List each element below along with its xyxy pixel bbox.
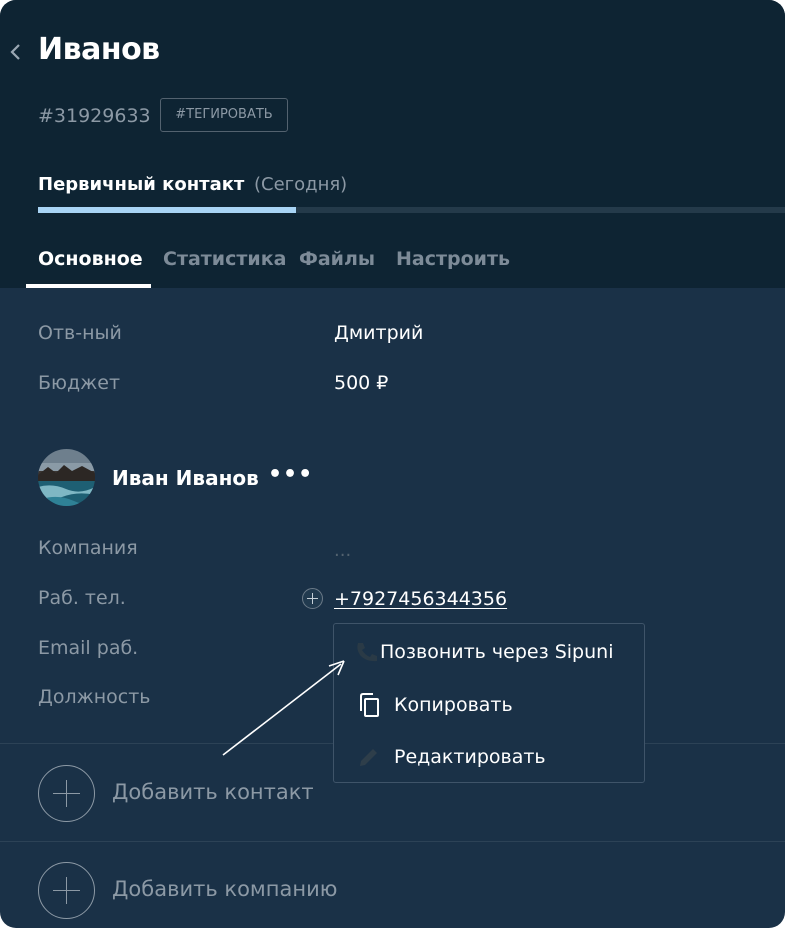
tab-settings[interactable]: Настроить	[396, 248, 510, 270]
stage-progress-bar[interactable]	[38, 207, 785, 213]
field-value-budget[interactable]: 500 ₽	[334, 372, 388, 394]
avatar[interactable]	[38, 449, 95, 506]
phone-context-menu: Позвонить через Sipuni Копировать Редакт…	[333, 623, 645, 783]
tab-files[interactable]: Файлы	[299, 248, 375, 270]
tab-main[interactable]: Основное	[38, 248, 143, 270]
lead-title[interactable]: Иванов	[38, 32, 160, 67]
field-label-responsible: Отв-ный	[38, 322, 122, 344]
field-label-position: Должность	[38, 686, 151, 708]
phone-icon	[354, 640, 380, 668]
divider	[0, 841, 785, 842]
tab-statistics[interactable]: Статистика	[163, 248, 286, 270]
stage-name[interactable]: Первичный контакт	[38, 174, 244, 195]
add-company-button[interactable]: Добавить компанию	[112, 877, 337, 901]
menu-item-copy[interactable]: Копировать	[394, 694, 513, 716]
back-chevron-icon[interactable]	[8, 40, 24, 64]
add-company-icon[interactable]	[38, 862, 95, 919]
field-value-responsible[interactable]: Дмитрий	[334, 322, 423, 344]
menu-item-edit[interactable]: Редактировать	[394, 746, 546, 768]
add-phone-icon[interactable]	[302, 588, 323, 609]
contact-name[interactable]: Иван Иванов	[112, 466, 259, 490]
field-label-company: Компания	[38, 537, 138, 559]
field-label-work-phone: Раб. тел.	[38, 587, 126, 609]
field-label-work-email: Email раб.	[38, 637, 139, 659]
copy-icon	[358, 693, 382, 723]
active-tab-indicator	[26, 284, 151, 288]
work-phone-link[interactable]: +7927456344356	[334, 588, 507, 610]
stage-date: (Сегодня)	[254, 174, 348, 195]
menu-item-call-sipuni[interactable]: Позвонить через Sipuni	[380, 641, 613, 663]
field-label-budget: Бюджет	[38, 372, 121, 394]
lead-header: Иванов #31929633 #ТЕГИРОВАТЬ Первичный к…	[0, 0, 785, 288]
add-contact-icon[interactable]	[38, 765, 95, 822]
lead-id: #31929633	[38, 105, 151, 127]
contact-more-icon[interactable]: •••	[268, 462, 313, 487]
lead-card: Иванов #31929633 #ТЕГИРОВАТЬ Первичный к…	[0, 0, 785, 928]
pencil-icon	[358, 746, 380, 772]
add-contact-button[interactable]: Добавить контакт	[112, 780, 314, 804]
field-value-company[interactable]: ...	[334, 540, 351, 561]
stage-progress-fill	[38, 207, 296, 213]
tag-button[interactable]: #ТЕГИРОВАТЬ	[160, 98, 288, 132]
